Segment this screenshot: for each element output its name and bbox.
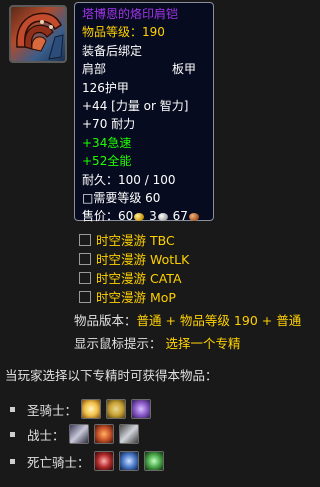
armor-value: 126护甲 — [82, 80, 129, 95]
armor-type: 板甲 — [171, 62, 196, 77]
blood-spec-icon[interactable] — [93, 451, 114, 471]
mouseover-row: 显示鼠标提示： 选择一个专精 — [74, 333, 241, 352]
stamina-stat: +70 耐力 — [82, 117, 136, 132]
item-version-row: 物品版本：普通 + 物品等级 190 + 普通 — [74, 310, 301, 329]
class-row-warrior: 战士： — [10, 424, 144, 444]
silver-coin-icon — [157, 213, 168, 222]
class-name: 战士： — [27, 427, 65, 443]
retribution-spec-icon[interactable] — [131, 399, 152, 419]
durability: 耐久：100 / 100 — [82, 172, 176, 187]
class-name: 死亡骑士： — [27, 454, 90, 470]
frost-spec-icon[interactable] — [118, 451, 139, 471]
bullet — [10, 431, 15, 437]
versatility-stat: +52全能 — [82, 154, 132, 169]
obtain-sentence: 当玩家选择以下专精时可获得本物品： — [5, 368, 218, 383]
item-tooltip: 塔博恩的烙印肩铠 物品等级：190 装备后绑定 肩部 板甲 126护甲 +44 … — [74, 2, 214, 223]
primary-stat: +44 [力量 or 智力] — [82, 98, 189, 113]
copper-coin-icon — [188, 213, 199, 222]
checkbox[interactable] — [79, 290, 91, 303]
timewalking-tbc-option[interactable]: 时空漫游 TBC — [79, 230, 189, 249]
sell-price: 售价：60 3 67 — [82, 207, 206, 225]
bind-type: 装备后绑定 — [82, 43, 143, 58]
checkbox-label[interactable]: 时空漫游 MoP — [96, 287, 176, 306]
item-name[interactable]: 塔博恩的烙印肩铠 — [82, 5, 206, 23]
checkbox-label[interactable]: 时空漫游 CATA — [96, 268, 182, 287]
gold-amount: 60 — [118, 209, 134, 224]
timewalking-options: 时空漫游 TBC 时空漫游 WotLK 时空漫游 CATA 时空漫游 MoP — [79, 230, 189, 306]
checkbox-label[interactable]: 时空漫游 TBC — [96, 230, 175, 249]
slot-row: 肩部 板甲 — [82, 60, 206, 78]
item-version-link[interactable]: 普通 + 物品等级 190 + 普通 — [137, 313, 302, 328]
unholy-spec-icon[interactable] — [143, 451, 164, 471]
sell-label: 售价： — [82, 209, 119, 224]
select-spec-link[interactable]: 选择一个专精 — [166, 336, 241, 351]
holy-spec-icon[interactable] — [81, 399, 102, 419]
shoulder-armor-icon[interactable] — [9, 5, 67, 63]
timewalking-mop-option[interactable]: 时空漫游 MoP — [79, 287, 189, 306]
item-slot: 肩部 — [82, 62, 107, 77]
class-row-paladin: 圣骑士： — [10, 399, 156, 419]
required-level: □需要等级 60 — [82, 190, 161, 205]
haste-stat: +34急速 — [82, 135, 132, 150]
mouseover-label: 显示鼠标提示： — [74, 336, 162, 351]
checkbox[interactable] — [79, 271, 91, 284]
class-name: 圣骑士： — [27, 402, 78, 418]
gold-coin-icon — [134, 213, 145, 222]
protection-spec-icon[interactable] — [118, 424, 139, 444]
timewalking-cata-option[interactable]: 时空漫游 CATA — [79, 268, 189, 287]
fury-spec-icon[interactable] — [93, 424, 114, 444]
timewalking-wotlk-option[interactable]: 时空漫游 WotLK — [79, 249, 189, 268]
bullet — [10, 406, 15, 412]
checkbox-label[interactable]: 时空漫游 WotLK — [96, 249, 189, 268]
protection-spec-icon[interactable] — [106, 399, 127, 419]
arms-spec-icon[interactable] — [68, 424, 89, 444]
item-level: 物品等级：190 — [82, 25, 165, 40]
item-version-label: 物品版本： — [74, 313, 137, 328]
class-row-death-knight: 死亡骑士： — [10, 451, 169, 471]
copper-amount: 67 — [172, 209, 188, 224]
silver-amount: 3 — [149, 209, 157, 224]
bullet — [10, 458, 15, 464]
checkbox[interactable] — [79, 233, 91, 246]
checkbox[interactable] — [79, 252, 91, 265]
